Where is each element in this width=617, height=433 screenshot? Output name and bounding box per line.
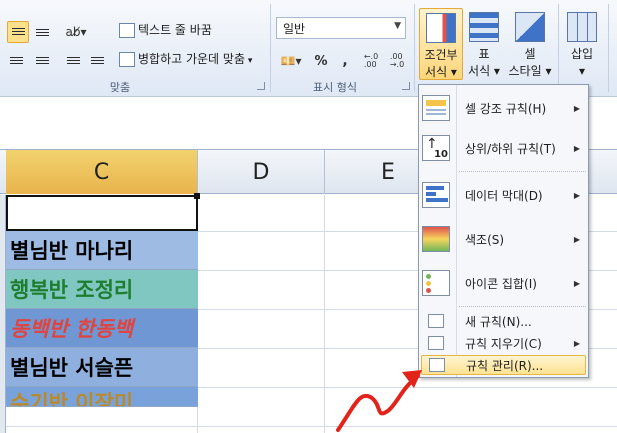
annotation-arrow-icon (336, 370, 422, 432)
